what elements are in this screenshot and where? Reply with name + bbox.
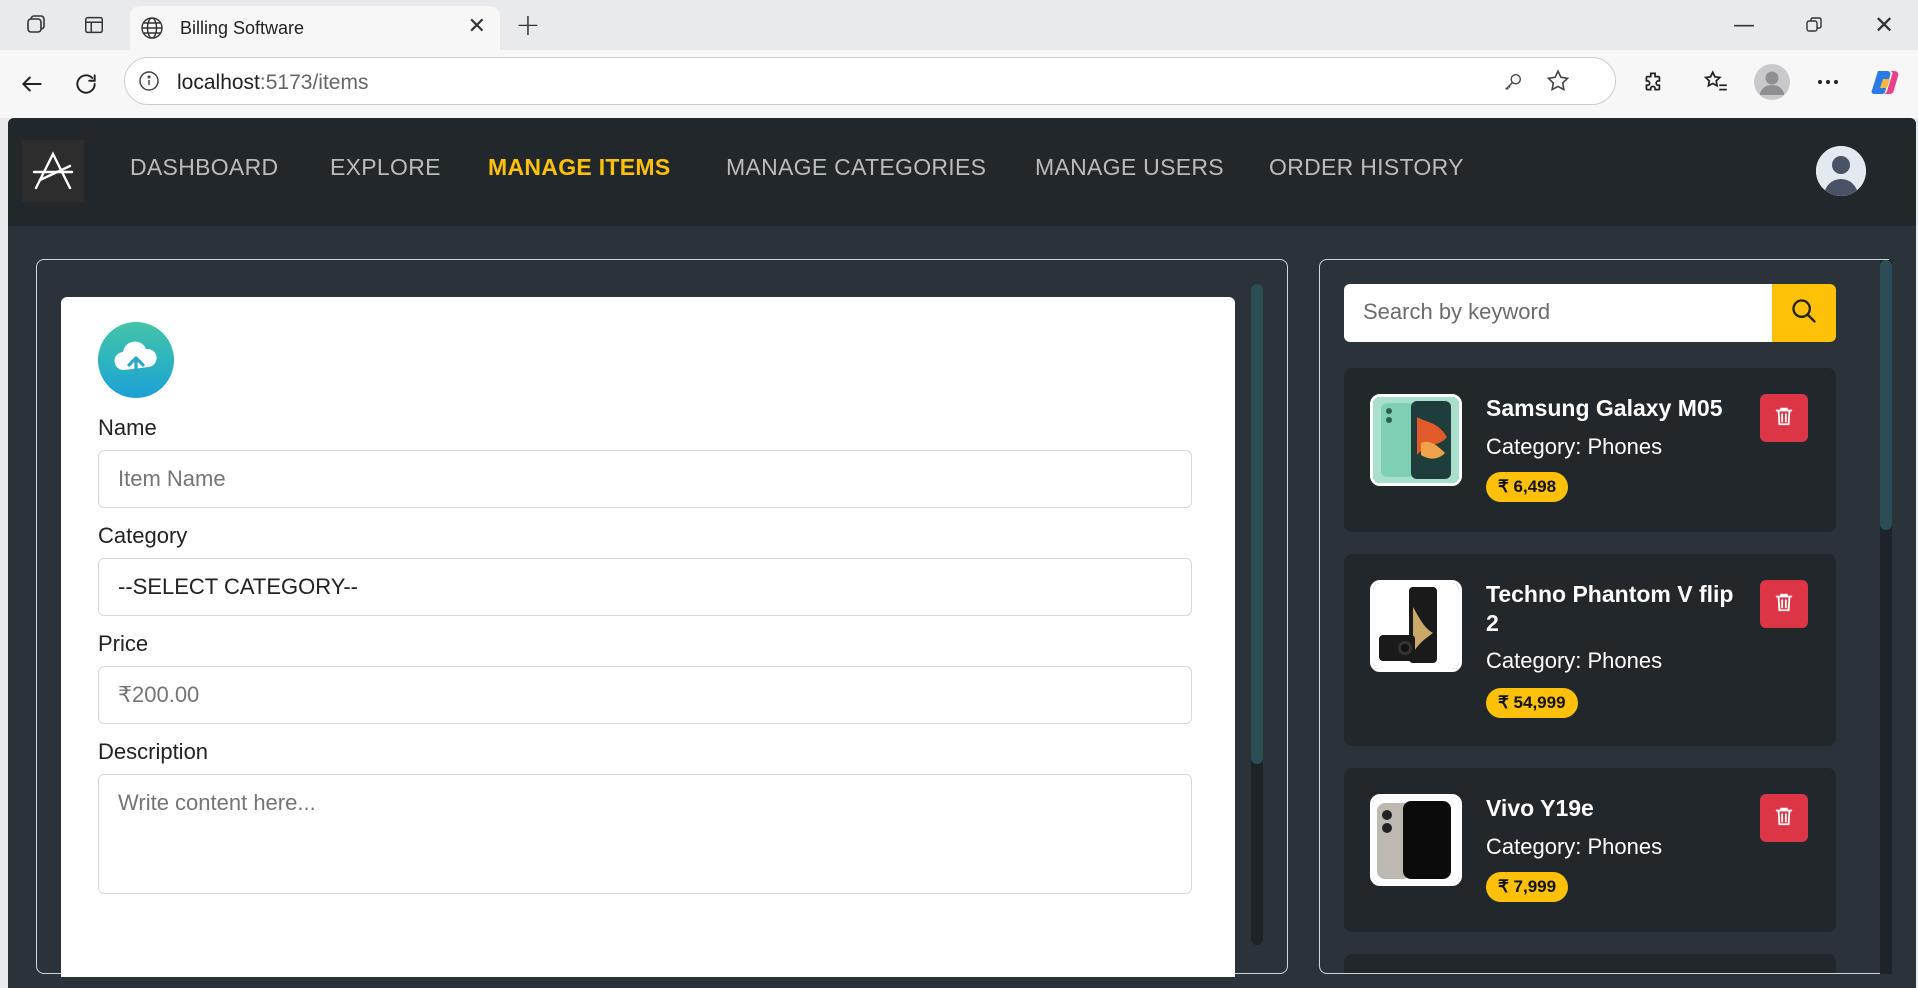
category-label: Category [98, 523, 188, 548]
item-name: Techno Phantom V flip 2 [1486, 581, 1734, 636]
item-image [1370, 794, 1462, 886]
more-options-icon[interactable] [1810, 64, 1846, 100]
price-placeholder: ₹200.00 [118, 682, 200, 707]
favorites-icon[interactable] [1698, 64, 1734, 100]
item-category: Category: Phones [1486, 648, 1663, 673]
delete-item-button[interactable] [1760, 394, 1808, 442]
url-host: localhost [177, 71, 260, 94]
item-list-scrollbar[interactable] [1880, 260, 1892, 974]
tab-close-icon[interactable]: ✕ [468, 14, 486, 39]
delete-item-button[interactable] [1760, 580, 1808, 628]
upload-image-icon[interactable] [98, 322, 174, 398]
item-name: Samsung Galaxy M05 [1486, 395, 1723, 421]
restore-button[interactable] [1794, 8, 1834, 42]
name-placeholder: Item Name [118, 466, 226, 491]
app-logo[interactable] [22, 140, 84, 202]
price-label: Price [98, 631, 149, 656]
delete-item-button[interactable] [1760, 794, 1808, 842]
app-container: DASHBOARD EXPLORE MANAGE ITEMS MANAGE CA… [8, 118, 1916, 988]
back-icon[interactable] [12, 64, 52, 104]
new-tab-button[interactable]: + [510, 8, 546, 43]
vertical-tabs-icon[interactable] [78, 10, 110, 40]
search-input[interactable]: Search by keyword [1344, 284, 1772, 342]
category-select[interactable]: --SELECT CATEGORY-- [98, 558, 1192, 616]
item-price-badge: ₹ 6,498 [1486, 472, 1569, 502]
trash-icon [1773, 591, 1795, 617]
description-label: Description [98, 739, 209, 764]
trash-icon [1773, 405, 1795, 431]
form-scrollbar[interactable] [1251, 284, 1263, 945]
item-card[interactable]: Vivo Y19e Category: Phones ₹ 7,999 [1344, 768, 1836, 932]
search-icon [1790, 297, 1818, 329]
profile-icon[interactable] [1752, 62, 1792, 102]
browser-tab-bar: Billing Software ✕ + — ✕ [0, 0, 1918, 50]
trash-icon [1773, 805, 1795, 831]
navbar: DASHBOARD EXPLORE MANAGE ITEMS MANAGE CA… [8, 118, 1916, 226]
item-card[interactable]: Techno Phantom V flip 2 Category: Phones… [1344, 554, 1836, 746]
nav-manage-users[interactable]: MANAGE USERS [1035, 154, 1224, 181]
close-window-button[interactable]: ✕ [1864, 8, 1904, 42]
item-list-scrollbar-thumb[interactable] [1880, 260, 1892, 530]
form-scrollbar-thumb[interactable] [1251, 284, 1263, 764]
url-path: :5173/items [259, 71, 369, 94]
browser-tab[interactable]: Billing Software ✕ [130, 6, 500, 50]
globe-icon [140, 16, 164, 40]
search-button[interactable] [1772, 284, 1836, 342]
description-placeholder: Write content here... [118, 790, 316, 815]
address-bar: localhost:5173/items [0, 50, 1918, 118]
item-form-panel: Name Item Name Category --SELECT CATEGOR… [36, 259, 1288, 977]
url-field[interactable]: localhost:5173/items [124, 57, 1616, 105]
nav-manage-categories[interactable]: MANAGE CATEGORIES [726, 154, 986, 181]
item-card[interactable] [1344, 954, 1836, 973]
minimize-button[interactable]: — [1724, 8, 1764, 42]
item-form: Name Item Name Category --SELECT CATEGOR… [61, 297, 1235, 977]
item-image [1370, 394, 1462, 486]
key-icon[interactable] [1499, 68, 1527, 96]
workspaces-icon[interactable] [20, 10, 52, 40]
reload-icon[interactable] [66, 64, 106, 104]
item-category: Category: Phones [1486, 834, 1663, 859]
item-image [1370, 580, 1462, 672]
nav-explore[interactable]: EXPLORE [330, 154, 441, 181]
tab-title: Billing Software [180, 18, 305, 38]
site-info-icon[interactable] [137, 69, 161, 93]
extensions-icon[interactable] [1636, 64, 1672, 100]
url-text: localhost:5173/items [177, 71, 368, 95]
nav-dashboard[interactable]: DASHBOARD [130, 154, 278, 181]
price-input[interactable]: ₹200.00 [98, 666, 1192, 724]
item-list-panel: Search by keyword Samsung Galaxy M05 Cat… [1319, 259, 1889, 974]
description-textarea[interactable]: Write content here... [98, 774, 1192, 894]
nav-order-history[interactable]: ORDER HISTORY [1269, 154, 1464, 181]
name-label: Name [98, 415, 157, 440]
favorite-star-icon[interactable] [1543, 66, 1573, 96]
item-name: Vivo Y19e [1486, 795, 1594, 821]
search-placeholder: Search by keyword [1363, 299, 1551, 324]
user-avatar[interactable] [1816, 146, 1866, 196]
item-category: Category: Phones [1486, 434, 1663, 459]
item-card[interactable]: Samsung Galaxy M05 Category: Phones ₹ 6,… [1344, 368, 1836, 532]
item-price-badge: ₹ 54,999 [1486, 688, 1578, 718]
copilot-icon[interactable] [1866, 64, 1902, 100]
category-selected-value: --SELECT CATEGORY-- [118, 574, 359, 599]
name-input[interactable]: Item Name [98, 450, 1192, 508]
nav-manage-items[interactable]: MANAGE ITEMS [488, 154, 671, 181]
item-price-badge: ₹ 7,999 [1486, 872, 1569, 902]
